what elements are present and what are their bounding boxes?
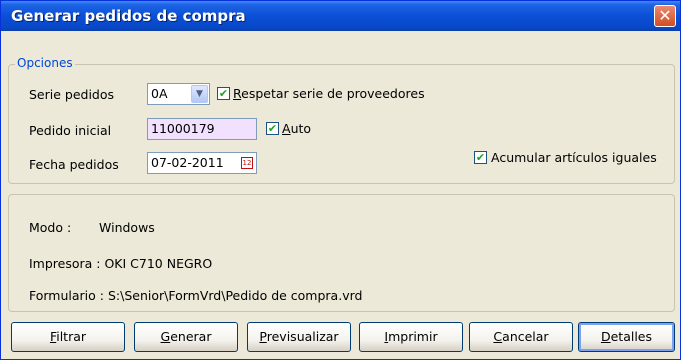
filtrar-button[interactable]: Filtrar xyxy=(11,322,125,352)
generar-label: enerar xyxy=(170,329,212,344)
auto-label-text: uto xyxy=(290,121,312,136)
close-icon: ✕ xyxy=(658,6,672,25)
respetar-serie-label-mnemonic: R xyxy=(233,86,242,101)
detalles-label: etalles xyxy=(610,329,653,344)
imprimir-label: mprimir xyxy=(388,329,438,344)
calendar-icon[interactable]: 12 xyxy=(241,157,253,169)
impresora-info: Impresora : OKI C710 NEGRO xyxy=(29,256,213,271)
pedido-inicial-input[interactable]: 11000179 xyxy=(147,118,257,140)
respetar-serie-label[interactable]: Respetar serie de proveedores xyxy=(233,86,425,101)
fecha-pedidos-label: Fecha pedidos xyxy=(29,157,119,172)
detalles-mnemonic: D xyxy=(600,329,611,344)
pedido-inicial-value: 11000179 xyxy=(151,121,215,136)
window-title: Generar pedidos de compra xyxy=(11,7,246,25)
serie-pedidos-select[interactable]: 0A ▼ xyxy=(147,83,210,105)
generar-mnemonic: G xyxy=(160,329,171,344)
dialog-window: Generar pedidos de compra ✕ Opciones Ser… xyxy=(0,0,681,360)
fecha-pedidos-value: 07-02-2011 xyxy=(151,155,224,170)
serie-pedidos-label: Serie pedidos xyxy=(29,87,115,102)
previsualizar-mnemonic: P xyxy=(259,329,267,344)
formulario-info: Formulario : S:\Senior\FormVrd\Pedido de… xyxy=(29,288,363,303)
acumular-articulos-label[interactable]: Acumular artículos iguales xyxy=(491,150,657,165)
cancelar-button[interactable]: Cancelar xyxy=(469,322,573,352)
cancelar-label: ancelar xyxy=(502,329,549,344)
generar-button[interactable]: Generar xyxy=(134,322,238,352)
close-button[interactable]: ✕ xyxy=(654,5,676,27)
imprimir-button[interactable]: Imprimir xyxy=(359,322,463,352)
serie-pedidos-value: 0A xyxy=(151,86,168,101)
opciones-legend: Opciones xyxy=(15,56,75,70)
filtrar-label: iltrar xyxy=(56,329,87,344)
previsualizar-button[interactable]: Previsualizar xyxy=(247,322,351,352)
pedido-inicial-label: Pedido inicial xyxy=(29,123,112,138)
acumular-articulos-checkbox[interactable]: ✔ xyxy=(474,151,487,164)
modo-info: Modo : Windows xyxy=(29,220,155,235)
detalles-button[interactable]: Detalles xyxy=(578,322,675,352)
chevron-down-icon[interactable]: ▼ xyxy=(191,85,208,103)
fecha-pedidos-input[interactable]: 07-02-2011 12 xyxy=(147,152,257,174)
previsualizar-label: revisualizar xyxy=(266,329,339,344)
auto-checkbox[interactable]: ✔ xyxy=(266,122,279,135)
respetar-serie-checkbox[interactable]: ✔ xyxy=(217,87,230,100)
cancelar-mnemonic: C xyxy=(493,329,503,344)
auto-label[interactable]: Auto xyxy=(282,121,311,136)
title-bar[interactable]: Generar pedidos de compra ✕ xyxy=(1,1,680,31)
auto-label-mnemonic: A xyxy=(282,121,291,136)
respetar-serie-label-text: espetar serie de proveedores xyxy=(241,86,425,101)
